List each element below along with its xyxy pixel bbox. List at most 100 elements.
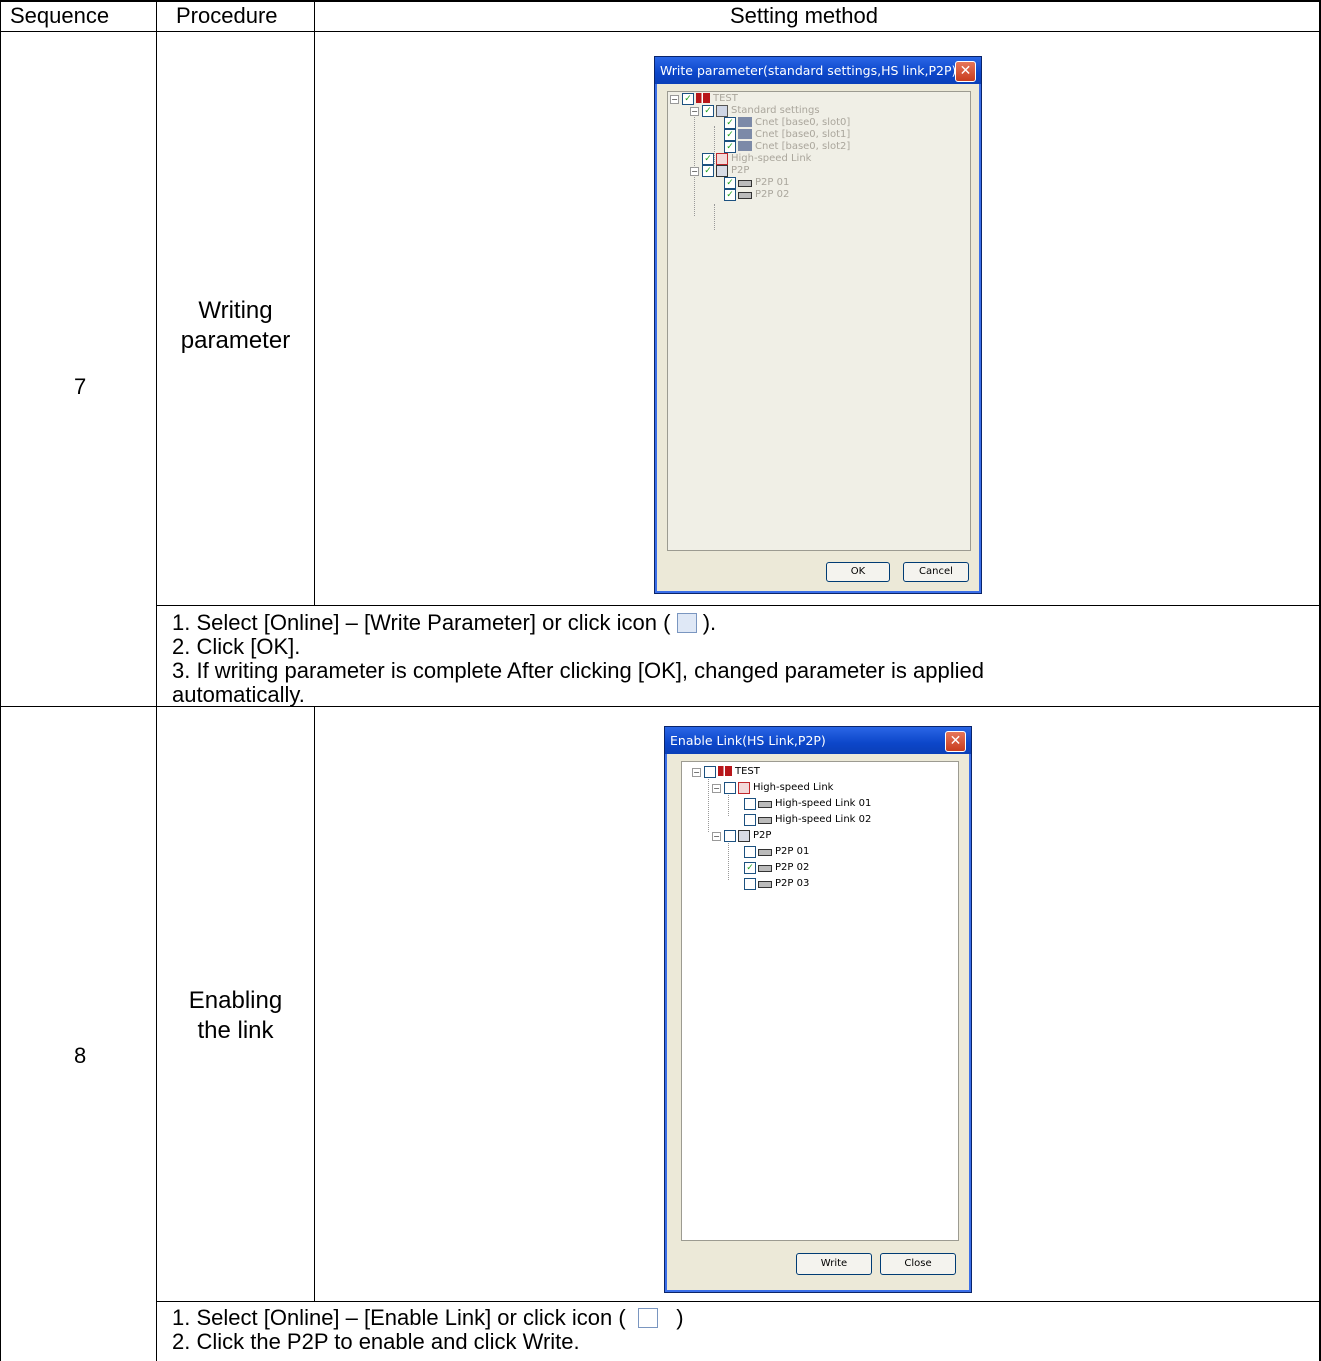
instruction-text: ) <box>676 1305 684 1330</box>
checkbox-checked[interactable]: ✓ <box>744 862 756 874</box>
instruction-line: 3. If writing parameter is complete Afte… <box>172 658 984 683</box>
instruction-line: 2. Click the P2P to enable and click Wri… <box>172 1329 580 1354</box>
instructions-row7: 1. Select [Online] – [Write Parameter] o… <box>172 611 984 707</box>
checkbox[interactable] <box>744 846 756 858</box>
tree-label: Standard settings <box>731 105 820 116</box>
instruction-line: 2. Click [OK]. <box>172 634 301 659</box>
procedure-label: Enabling the link <box>157 986 314 1046</box>
link-icon <box>716 153 728 165</box>
instruction-text: ). <box>702 610 717 635</box>
procedure-line: the link <box>197 1017 274 1044</box>
checkbox-checked[interactable]: ✓ <box>724 129 736 141</box>
checkbox[interactable] <box>744 878 756 890</box>
close-button[interactable]: Close <box>880 1253 956 1275</box>
checkbox[interactable] <box>744 814 756 826</box>
checkbox-checked[interactable]: ✓ <box>724 141 736 153</box>
tree-node[interactable]: High-speed Link 01 <box>744 798 871 810</box>
plc-icon <box>718 766 732 776</box>
tree-label: P2P 01 <box>775 846 810 857</box>
checkbox-checked[interactable]: ✓ <box>702 105 714 117</box>
checkbox-checked[interactable]: ✓ <box>724 117 736 129</box>
grid-line <box>156 1301 1321 1302</box>
tree-node[interactable]: TEST <box>704 766 760 778</box>
tree-label: Cnet [base0, slot0] <box>755 117 851 128</box>
tree-label: Cnet [base0, slot1] <box>755 129 851 140</box>
checkbox[interactable] <box>704 766 716 778</box>
tree-node[interactable]: ✓ Cnet [base0, slot1] <box>724 129 850 141</box>
instruction-line: 1. Select [Online] – [Enable Link] or cl… <box>172 1306 684 1330</box>
write-parameter-dialog: Write parameter(standard settings,HS lin… <box>654 56 982 594</box>
link-tree: − TEST − High-speed Link High-speed Link… <box>681 761 959 1241</box>
procedure-line: Enabling <box>188 987 283 1014</box>
tree-label: P2P 02 <box>775 862 810 873</box>
checkbox-checked[interactable]: ✓ <box>724 177 736 189</box>
tree-line <box>708 774 709 832</box>
checkbox[interactable] <box>724 830 736 842</box>
collapse-icon[interactable]: − <box>690 107 699 116</box>
header-procedure: Procedure <box>176 3 278 28</box>
header-setting-method: Setting method <box>730 3 878 28</box>
collapse-icon[interactable]: − <box>670 95 679 104</box>
tree-node[interactable]: High-speed Link 02 <box>744 814 871 826</box>
tree-node[interactable]: ✓ P2P <box>702 165 749 177</box>
block-icon <box>738 192 752 199</box>
network-icon <box>738 129 752 139</box>
link-icon <box>738 782 750 794</box>
collapse-icon[interactable]: − <box>712 784 721 793</box>
tree-label: TEST <box>713 93 738 104</box>
grid-line <box>314 0 315 606</box>
close-icon[interactable]: ✕ <box>955 61 976 82</box>
tree-label: P2P 02 <box>755 189 790 200</box>
tree-label: High-speed Link <box>753 782 834 793</box>
collapse-icon[interactable]: − <box>712 832 721 841</box>
tree-node[interactable]: ✓ Cnet [base0, slot2] <box>724 141 850 153</box>
block-icon <box>758 849 772 856</box>
header-sequence: Sequence <box>10 3 110 28</box>
block-icon <box>758 881 772 888</box>
cancel-button[interactable]: Cancel <box>903 562 969 582</box>
tree-node[interactable]: ✓ Cnet [base0, slot0] <box>724 117 850 129</box>
collapse-icon[interactable]: − <box>690 167 699 176</box>
tree-node[interactable]: P2P 03 <box>744 878 809 890</box>
grid-line <box>0 0 1 1361</box>
tree-node[interactable]: P2P <box>724 830 771 842</box>
checkbox-checked[interactable]: ✓ <box>702 165 714 177</box>
tree-node[interactable]: ✓ TEST <box>682 93 738 105</box>
tree-label: High-speed Link <box>731 153 812 164</box>
instruction-text: 1. Select [Online] – [Enable Link] or cl… <box>172 1305 626 1330</box>
ok-button[interactable]: OK <box>826 562 890 582</box>
checkbox[interactable] <box>744 798 756 810</box>
sequence-number: 8 <box>74 1043 87 1068</box>
collapse-icon[interactable]: − <box>692 768 701 777</box>
settings-icon <box>716 105 728 117</box>
checkbox[interactable] <box>724 782 736 794</box>
write-button[interactable]: Write <box>796 1253 872 1275</box>
instruction-text: 1. Select [Online] – [Write Parameter] o… <box>172 610 671 635</box>
write-parameter-icon <box>676 613 697 633</box>
tree-label: P2P 03 <box>775 878 810 889</box>
dialog-title: Write parameter(standard settings,HS lin… <box>655 57 981 84</box>
tree-node[interactable]: ✓ P2P 02 <box>744 862 809 874</box>
p2p-icon <box>738 830 750 842</box>
grid-line <box>156 605 1321 606</box>
checkbox-checked[interactable]: ✓ <box>702 153 714 165</box>
p2p-icon <box>716 165 728 177</box>
tree-label: P2P 01 <box>755 177 790 188</box>
block-icon <box>758 817 772 824</box>
tree-node[interactable]: ✓ Standard settings <box>702 105 820 117</box>
grid-line <box>314 706 315 1302</box>
tree-node[interactable]: ✓ P2P 01 <box>724 177 789 189</box>
tree-label: TEST <box>735 766 760 777</box>
block-icon <box>758 801 772 808</box>
tree-node[interactable]: ✓ High-speed Link <box>702 153 811 165</box>
block-icon <box>738 180 752 187</box>
checkbox-checked[interactable]: ✓ <box>682 93 694 105</box>
grid-line <box>0 0 1321 2</box>
tree-node[interactable]: High-speed Link <box>724 782 833 794</box>
checkbox-checked[interactable]: ✓ <box>724 189 736 201</box>
tree-node[interactable]: ✓ P2P 02 <box>724 189 789 201</box>
procedure-line: Writing <box>198 297 273 324</box>
plc-icon <box>696 93 710 103</box>
tree-node[interactable]: P2P 01 <box>744 846 809 858</box>
close-icon[interactable]: ✕ <box>945 731 966 752</box>
